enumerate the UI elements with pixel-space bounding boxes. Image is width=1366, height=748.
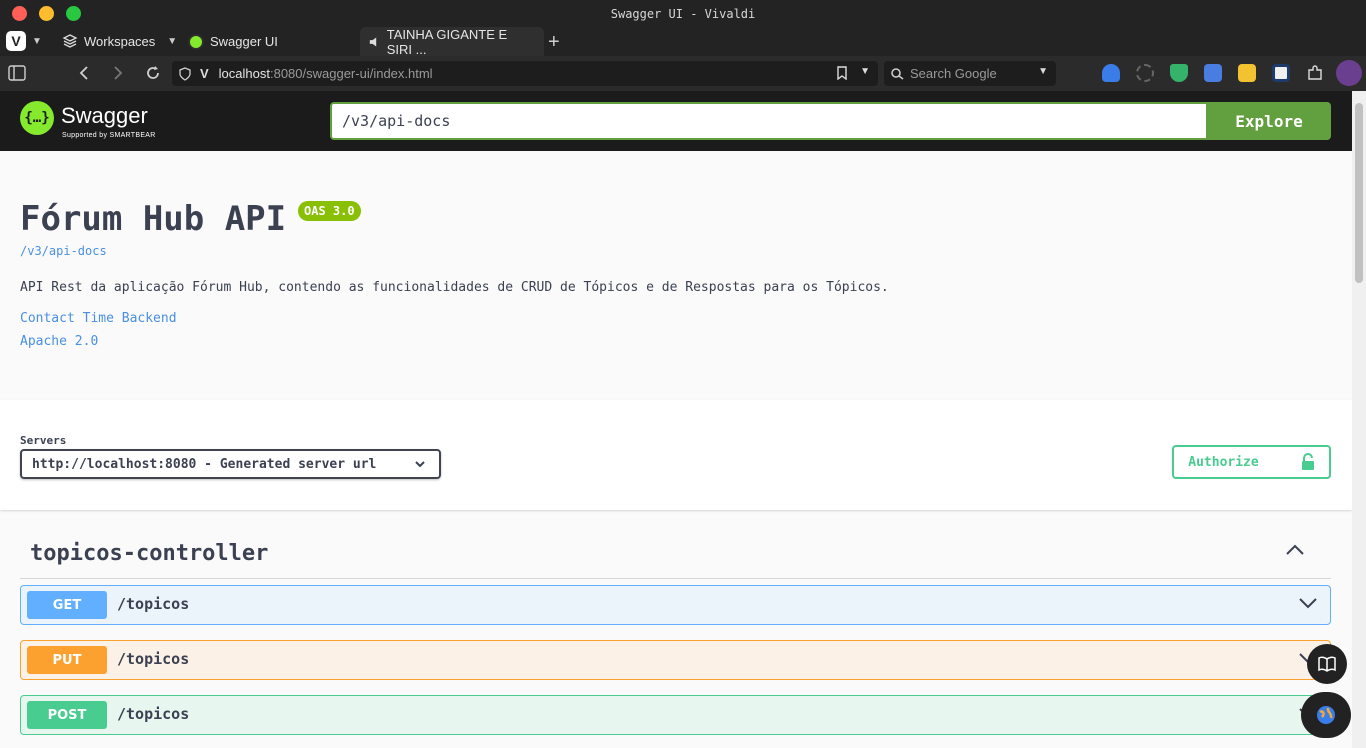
maximize-window-button[interactable] (66, 6, 81, 21)
chevron-down-icon (1299, 598, 1317, 609)
vivaldi-menu-button[interactable]: V ▼ (6, 31, 42, 51)
vivaldi-site-icon: V (200, 66, 209, 81)
swagger-brand-sub: Supported by SMARTBEAR (62, 132, 156, 139)
adblock-shield-icon[interactable] (1170, 64, 1188, 82)
speaker-icon (369, 36, 377, 47)
servers-section: Servers http://localhost:8080 - Generate… (0, 400, 1352, 510)
window-titlebar: Swagger UI - Vivaldi (0, 0, 1366, 27)
operation-path: /topicos (117, 595, 190, 613)
workspaces-button[interactable]: Workspaces ▼ (62, 33, 177, 49)
url-path: :8080/swagger-ui/index.html (269, 66, 433, 81)
translate-icon[interactable] (1204, 64, 1222, 82)
spec-link[interactable]: /v3/api-docs (20, 244, 107, 258)
forward-icon[interactable] (112, 66, 124, 80)
tab-video[interactable]: TAINHA GIGANTE E SIRI ... (360, 26, 544, 57)
extension-icon[interactable] (1102, 64, 1120, 82)
swagger-logo-icon: {…} (20, 101, 54, 135)
version-badge: OAS 3.0 (298, 201, 361, 221)
swagger-favicon-icon (188, 33, 204, 50)
search-placeholder: Search Google (910, 66, 997, 81)
api-title: Fórum Hub API (20, 199, 287, 239)
api-description: API Rest da aplicação Fórum Hub, contend… (20, 280, 889, 295)
page-scrollbar[interactable] (1352, 91, 1366, 748)
back-icon[interactable] (78, 66, 90, 80)
address-toolbar: V localhost:8080/swagger-ui/index.html ▼… (0, 56, 1366, 91)
servers-label: Servers (20, 434, 67, 447)
method-badge: PUT (27, 646, 107, 674)
chevron-down-icon[interactable]: ▼ (860, 66, 870, 77)
shield-icon[interactable] (178, 66, 192, 81)
operation-post-topicos[interactable]: POST /topicos (20, 695, 1331, 735)
url-host: localhost (218, 66, 270, 81)
extension-icon[interactable] (1272, 64, 1290, 82)
profile-avatar[interactable] (1336, 60, 1362, 86)
tab-bar: V ▼ Workspaces ▼ Swagger UI TAINHA GIGAN… (0, 26, 1366, 57)
search-icon (891, 67, 904, 80)
operation-put-topicos[interactable]: PUT /topicos (20, 640, 1331, 680)
extension-icon[interactable] (1238, 64, 1256, 82)
globe-icon (1317, 706, 1335, 724)
reload-icon[interactable] (145, 65, 161, 81)
puzzle-icon[interactable] (1306, 64, 1324, 82)
swagger-topbar: {…} Swagger Supported by SMARTBEAR /v3/a… (0, 91, 1352, 151)
reader-view-button[interactable] (1307, 644, 1347, 684)
swagger-brand: Swagger (61, 103, 148, 128)
operation-path: /topicos (117, 650, 190, 668)
new-tab-button[interactable]: + (548, 31, 560, 54)
minimize-window-button[interactable] (39, 6, 54, 21)
book-open-icon (1318, 656, 1336, 672)
servers-select[interactable]: http://localhost:8080 - Generated server… (20, 449, 441, 479)
window-title: Swagger UI - Vivaldi (610, 6, 756, 21)
panel-toggle-icon[interactable] (8, 65, 26, 81)
search-field[interactable]: Search Google ▼ (884, 61, 1056, 86)
globe-extension-button[interactable] (1301, 692, 1351, 738)
chevron-down-icon: ▼ (32, 35, 42, 47)
operation-get-topicos[interactable]: GET /topicos (20, 585, 1331, 625)
swagger-page: {…} Swagger Supported by SMARTBEAR /v3/a… (0, 91, 1352, 748)
authorize-button[interactable]: Authorize (1172, 445, 1331, 479)
tab-label: TAINHA GIGANTE E SIRI ... (386, 26, 508, 57)
operation-path: /topicos (117, 705, 190, 723)
explore-button[interactable]: Explore (1207, 102, 1331, 140)
tab-label: Swagger UI (210, 34, 278, 49)
scrollbar-thumb[interactable] (1355, 103, 1363, 283)
method-badge: GET (27, 591, 107, 619)
chevron-down-icon[interactable]: ▼ (1038, 66, 1048, 77)
authorize-label: Authorize (1188, 454, 1259, 470)
extension-loading-icon[interactable] (1136, 64, 1154, 82)
chevron-up-icon[interactable] (1285, 543, 1305, 557)
layers-icon (62, 34, 78, 48)
tag-title: topicos-controller (30, 541, 269, 566)
lock-open-icon (1301, 453, 1314, 470)
tab-swagger-ui[interactable]: Swagger UI (180, 27, 358, 56)
bookmark-icon[interactable] (836, 66, 848, 80)
vivaldi-logo-icon: V (6, 31, 26, 51)
chevron-down-icon (415, 461, 425, 468)
license-link[interactable]: Apache 2.0 (20, 334, 98, 349)
chevron-down-icon: ▼ (167, 35, 178, 47)
url-field[interactable]: V localhost:8080/swagger-ui/index.html ▼ (172, 61, 878, 86)
contact-link[interactable]: Contact Time Backend (20, 311, 177, 326)
tag-section-header[interactable]: topicos-controller (20, 531, 1331, 579)
method-badge: POST (27, 701, 107, 729)
servers-selected-value: http://localhost:8080 - Generated server… (32, 456, 377, 472)
window-controls (12, 6, 81, 21)
spec-url-input[interactable]: /v3/api-docs (330, 102, 1208, 140)
close-window-button[interactable] (12, 6, 27, 21)
workspaces-label: Workspaces (84, 33, 156, 49)
